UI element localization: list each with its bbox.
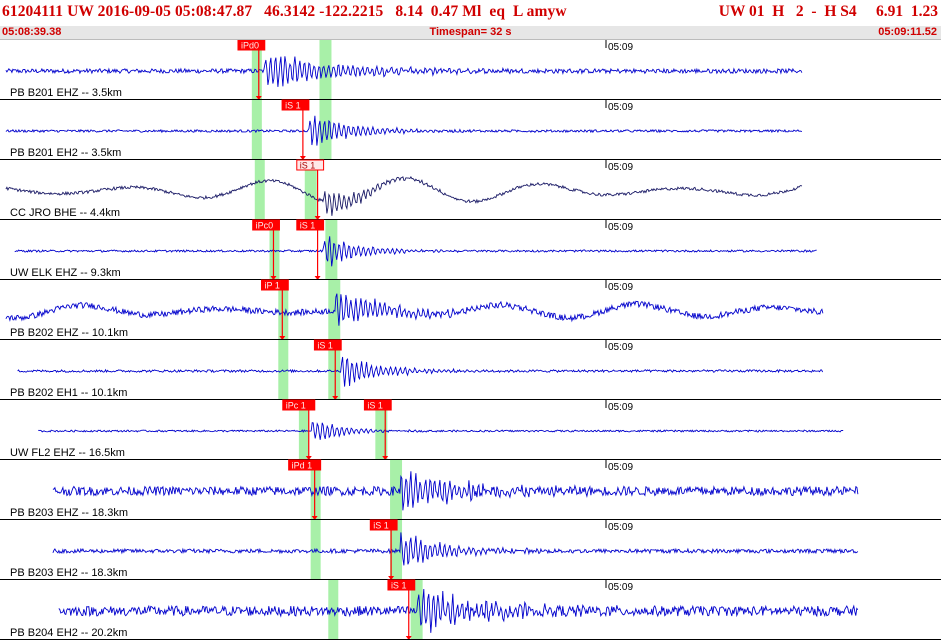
time-axis-bar: 05:08:39.38 Timespan= 32 s 05:09:11.52	[0, 26, 941, 40]
channel-panel[interactable]	[0, 220, 941, 280]
channel-label: PB B201 EHZ -- 3.5km	[10, 87, 122, 99]
pick-label: iS 1	[367, 401, 383, 411]
time-tick-label: 05:09	[608, 42, 633, 53]
channel-label: PB B201 EH2 -- 3.5km	[10, 147, 121, 159]
time-tick-label: 05:09	[608, 102, 633, 113]
pick-label: iS 1	[300, 161, 316, 171]
pick-label: iPc 1	[286, 401, 306, 411]
channel-label: CC JRO BHE -- 4.4km	[10, 207, 120, 219]
event-header: 61204111 UW 2016-09-05 05:08:47.87 46.31…	[0, 0, 941, 40]
time-tick-label: 05:09	[608, 582, 633, 593]
channel-panel[interactable]	[0, 100, 941, 160]
timespan-label: Timespan= 32 s	[429, 26, 512, 38]
channel-label: PB B202 EH1 -- 10.1km	[10, 387, 127, 399]
pick-label: iPd 1	[292, 461, 313, 471]
seismogram-canvas[interactable]: 05:09 iPd0 PB B201 EHZ -- 3.5km 05:09 iS 1 PB…	[0, 40, 941, 640]
pick-label: iPc0	[256, 221, 274, 231]
time-tick-label: 05:09	[608, 282, 633, 293]
time-tick-label: 05:09	[608, 222, 633, 233]
pick-label: iS 1	[317, 341, 333, 351]
pick-window-s	[328, 280, 341, 340]
pick-label: iS 1	[285, 101, 301, 111]
channel-label: PB B203 EH2 -- 18.3km	[10, 567, 127, 579]
pick-label: iS 1	[391, 581, 407, 591]
time-tick-label: 05:09	[608, 342, 633, 353]
channel-label: UW FL2 EHZ -- 16.5km	[10, 447, 125, 459]
pick-label: iPd0	[241, 41, 259, 51]
station-info-line: UW 01 H 2 - H S4 6.91 1.23	[718, 3, 938, 20]
time-tick-label: 05:09	[608, 402, 633, 413]
time-tick-label: 05:09	[608, 522, 633, 533]
time-tick-label: 05:09	[608, 162, 633, 173]
time-end-label: 05:09:11.52	[878, 26, 937, 38]
event-info-line: 61204111 UW 2016-09-05 05:08:47.87 46.31…	[2, 3, 567, 20]
pick-window-p	[254, 160, 265, 220]
channel-panel[interactable]	[0, 160, 941, 220]
pick-label: iP 1	[265, 281, 280, 291]
channel-label: PB B204 EH2 -- 20.2km	[10, 627, 127, 639]
pick-label: iS 1	[300, 221, 316, 231]
seismogram-panels[interactable]: 05:09 iPd0 PB B201 EHZ -- 3.5km 05:09 iS 1 PB…	[0, 40, 941, 640]
time-tick-label: 05:09	[608, 462, 633, 473]
channel-panel[interactable]	[0, 340, 941, 400]
channel-label: UW ELK EHZ -- 9.3km	[10, 267, 121, 279]
pick-label: iS 1	[373, 521, 389, 531]
channel-label: PB B202 EHZ -- 10.1km	[10, 327, 128, 339]
channel-label: PB B203 EHZ -- 18.3km	[10, 507, 128, 519]
